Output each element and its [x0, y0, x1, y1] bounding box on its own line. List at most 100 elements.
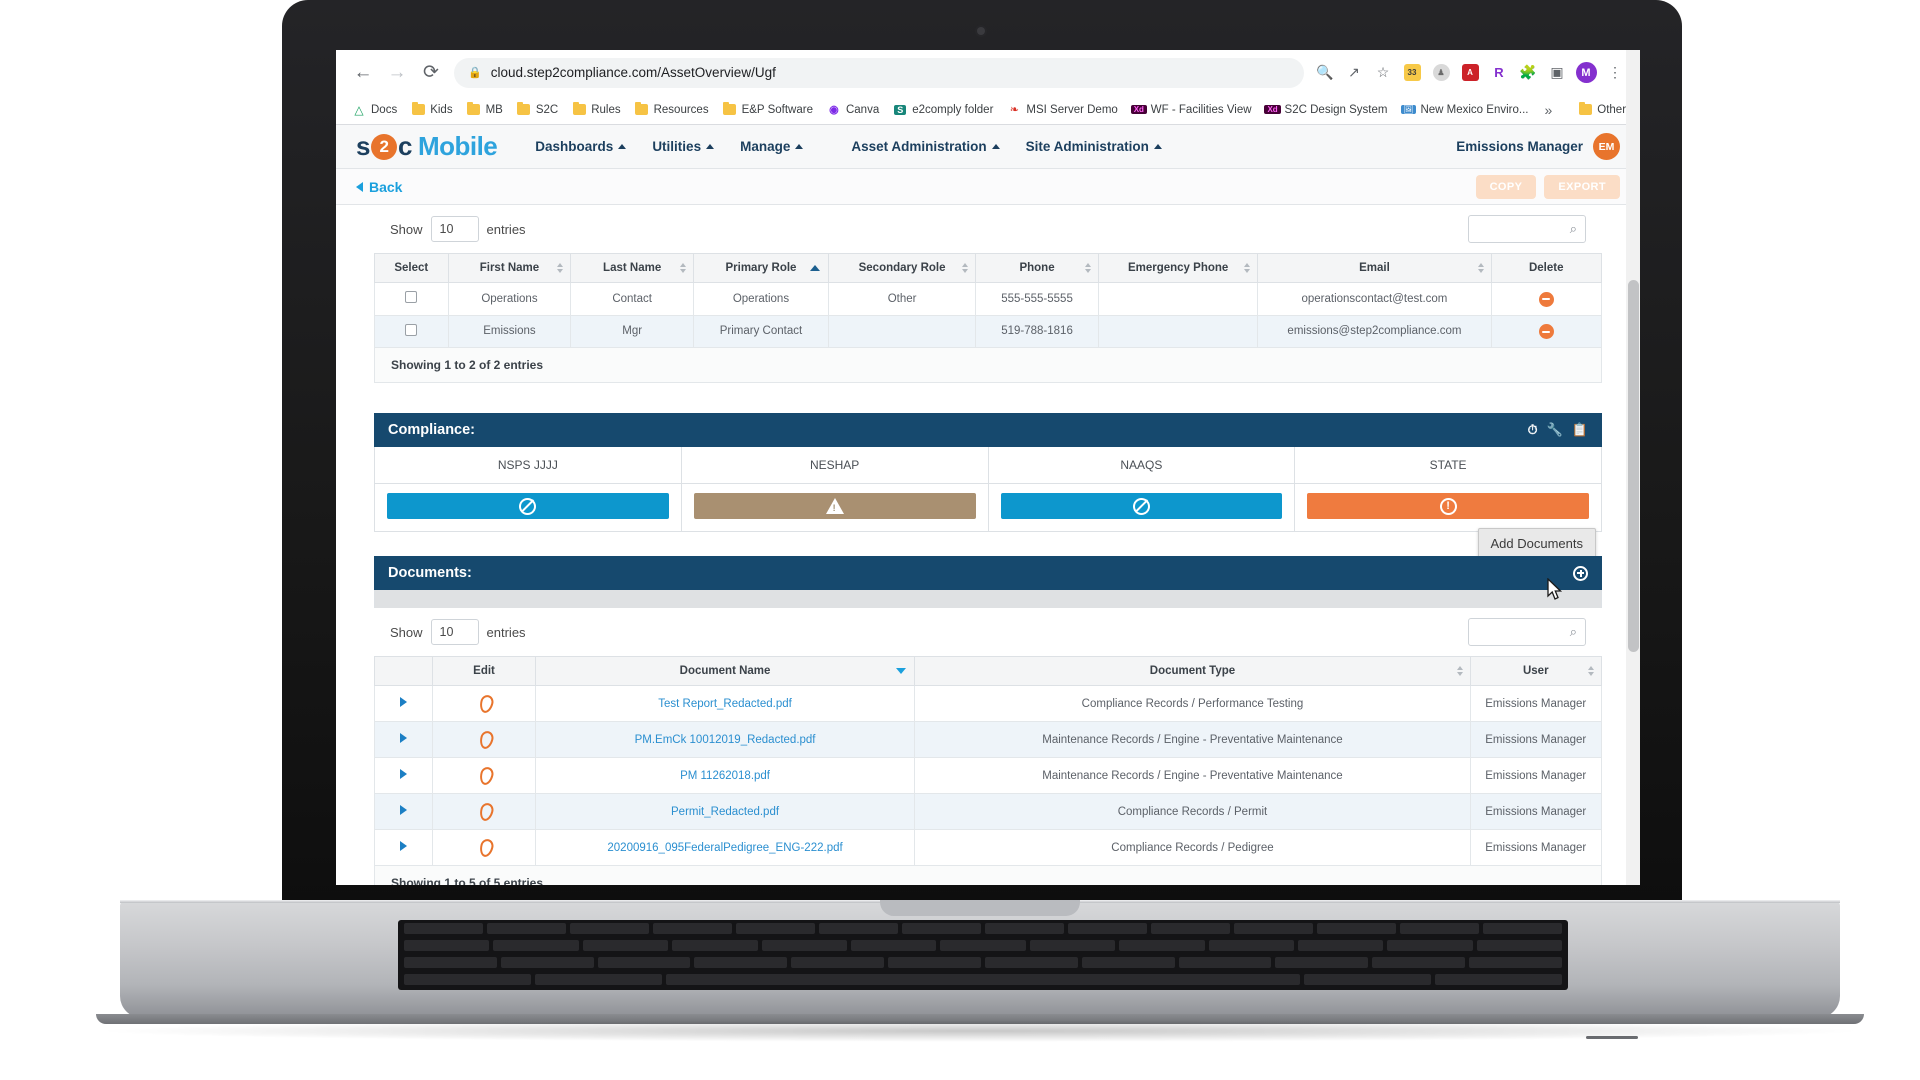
bookmark-msi-server-demo[interactable]: ❧ MSI Server Demo — [1001, 100, 1123, 120]
row-edit-cell[interactable] — [432, 757, 536, 794]
cell-document-name[interactable]: PM 11262018.pdf — [534, 757, 916, 794]
document-link[interactable]: 20200916_095FederalPedigree_ENG-222.pdf — [607, 842, 842, 854]
row-checkbox[interactable] — [405, 323, 418, 336]
expand-row-icon[interactable] — [400, 841, 408, 851]
documents-col-user[interactable]: User — [1469, 656, 1603, 686]
documents-length-select[interactable]: 10 — [430, 619, 479, 645]
sort-icon[interactable] — [1588, 666, 1594, 676]
nav-item-manage[interactable]: Manage — [740, 139, 804, 154]
sort-icon[interactable] — [679, 263, 686, 273]
cell-document-name[interactable]: PM.EmCk 10012019_Redacted.pdf — [534, 721, 916, 758]
bookmark-mb[interactable]: MB — [461, 100, 509, 120]
edit-pencil-icon[interactable] — [477, 767, 491, 781]
delete-icon[interactable] — [1538, 291, 1554, 307]
delete-icon[interactable] — [1538, 324, 1554, 339]
expand-row-icon[interactable] — [400, 805, 408, 815]
puzzle-extensions-icon[interactable]: 🧩 — [1515, 60, 1541, 86]
nav-item-dashboards[interactable]: Dashboards — [535, 139, 627, 154]
sort-icon[interactable] — [1477, 263, 1484, 273]
cell-document-name[interactable]: 20200916_095FederalPedigree_ENG-222.pdf — [534, 829, 916, 866]
scrollbar-thumb[interactable] — [1628, 280, 1639, 652]
row-expand-cell[interactable] — [373, 685, 434, 722]
documents-col-document-name[interactable]: Document Name — [534, 656, 916, 686]
export-button[interactable]: EXPORT — [1544, 174, 1620, 199]
expand-row-icon[interactable] — [400, 769, 408, 779]
bookmark-wf-facilities-view[interactable]: Xd WF - Facilities View — [1126, 100, 1258, 120]
contacts-col-phone[interactable]: Phone — [975, 253, 1099, 283]
contacts-col-first-name[interactable]: First Name — [447, 253, 572, 283]
pdf-extension-icon[interactable]: A — [1457, 60, 1483, 86]
bookmark-docs[interactable]: △ Docs — [346, 100, 403, 120]
row-checkbox[interactable] — [405, 291, 418, 304]
bookmark-e-p-software[interactable]: E&P Software — [717, 100, 819, 120]
contacts-col-emergency-phone[interactable]: Emergency Phone — [1097, 253, 1259, 283]
bookmark-e2comply-folder[interactable]: Se2comply folder — [887, 100, 999, 120]
search-icon[interactable]: 🔍 — [1312, 60, 1338, 86]
bookmarks-overflow-icon[interactable]: » — [1536, 102, 1560, 118]
person-extension-icon[interactable]: ♟ — [1428, 60, 1454, 86]
bookmark-resources[interactable]: Resources — [629, 100, 715, 120]
contacts-search-input[interactable]: ⌕ — [1468, 215, 1586, 243]
document-link[interactable]: PM 11262018.pdf — [680, 770, 770, 782]
nav-item-site-administration[interactable]: Site Administration — [1026, 139, 1162, 154]
row-delete-cell[interactable] — [1490, 282, 1602, 316]
side-panel-icon[interactable]: ▣ — [1544, 60, 1570, 86]
compliance-status-bar[interactable] — [693, 493, 976, 519]
bookmark-s2c[interactable]: S2C — [511, 100, 564, 120]
grammarly-extension-icon[interactable]: R — [1486, 60, 1512, 86]
nav-item-asset-administration[interactable]: Asset Administration — [851, 139, 1000, 154]
sort-asc-icon[interactable] — [809, 265, 820, 271]
forward-button[interactable]: → — [380, 56, 414, 90]
reload-button[interactable]: ⟳ — [414, 56, 448, 90]
row-edit-cell[interactable] — [432, 685, 536, 722]
document-link[interactable]: Permit_Redacted.pdf — [671, 806, 779, 818]
row-expand-cell[interactable] — [373, 829, 434, 866]
contacts-length-select[interactable]: 10 — [430, 216, 479, 242]
compliance-status-bar[interactable] — [1000, 493, 1283, 519]
bookmark-kids[interactable]: Kids — [405, 100, 458, 120]
sort-icon[interactable] — [1084, 263, 1091, 273]
sort-desc-icon[interactable] — [896, 668, 907, 674]
bookmark-canva[interactable]: ◉ Canva — [821, 100, 885, 120]
edit-pencil-icon[interactable] — [477, 839, 491, 853]
expand-row-icon[interactable] — [400, 697, 408, 707]
back-link[interactable]: Back — [356, 179, 402, 195]
star-icon[interactable]: ☆ — [1370, 60, 1396, 86]
share-icon[interactable]: ↗ — [1341, 60, 1367, 86]
row-expand-cell[interactable] — [373, 793, 434, 830]
bookmark-s2c-design-system[interactable]: Xd S2C Design System — [1260, 100, 1394, 120]
compliance-status-bar[interactable]: ! — [1307, 493, 1589, 519]
cell-document-name[interactable]: Permit_Redacted.pdf — [534, 793, 916, 830]
contacts-col-secondary-role[interactable]: Secondary Role — [827, 253, 977, 283]
document-link[interactable]: Test Report_Redacted.pdf — [658, 698, 792, 710]
profile-avatar[interactable]: M — [1573, 60, 1599, 86]
compliance-status-bar[interactable] — [387, 493, 669, 519]
row-expand-cell[interactable] — [373, 721, 434, 758]
bookmark-rules[interactable]: Rules — [566, 100, 626, 120]
sort-icon[interactable] — [1456, 666, 1463, 676]
kebab-menu-icon[interactable]: ⋮ — [1602, 60, 1628, 86]
edit-pencil-icon[interactable] — [477, 803, 491, 817]
wrench-icon[interactable]: 🔧 — [1547, 422, 1563, 438]
calendar-extension-icon[interactable]: 33 — [1399, 60, 1425, 86]
row-delete-cell[interactable] — [1490, 314, 1602, 348]
row-select-cell[interactable] — [374, 282, 449, 316]
row-edit-cell[interactable] — [432, 829, 536, 866]
row-select-cell[interactable] — [374, 314, 449, 348]
clipboard-icon[interactable]: 📋 — [1572, 422, 1588, 438]
documents-col-document-type[interactable]: Document Type — [914, 656, 1471, 686]
plus-circle-icon[interactable] — [1573, 565, 1588, 581]
cell-document-name[interactable]: Test Report_Redacted.pdf — [534, 685, 916, 722]
contacts-col-primary-role[interactable]: Primary Role — [692, 253, 829, 283]
s2c-mobile-logo[interactable]: s 2 c Mobile — [356, 131, 498, 162]
edit-pencil-icon[interactable] — [477, 695, 491, 709]
documents-search-input[interactable]: ⌕ — [1468, 618, 1586, 646]
expand-row-icon[interactable] — [400, 733, 408, 743]
sort-icon[interactable] — [1244, 263, 1251, 273]
edit-pencil-icon[interactable] — [477, 731, 491, 745]
row-edit-cell[interactable] — [432, 793, 536, 830]
address-bar[interactable]: 🔒 cloud.step2compliance.com/AssetOvervie… — [454, 57, 1304, 88]
nav-item-utilities[interactable]: Utilities — [652, 139, 715, 154]
row-expand-cell[interactable] — [373, 757, 434, 794]
contacts-col-email[interactable]: Email — [1257, 253, 1492, 283]
